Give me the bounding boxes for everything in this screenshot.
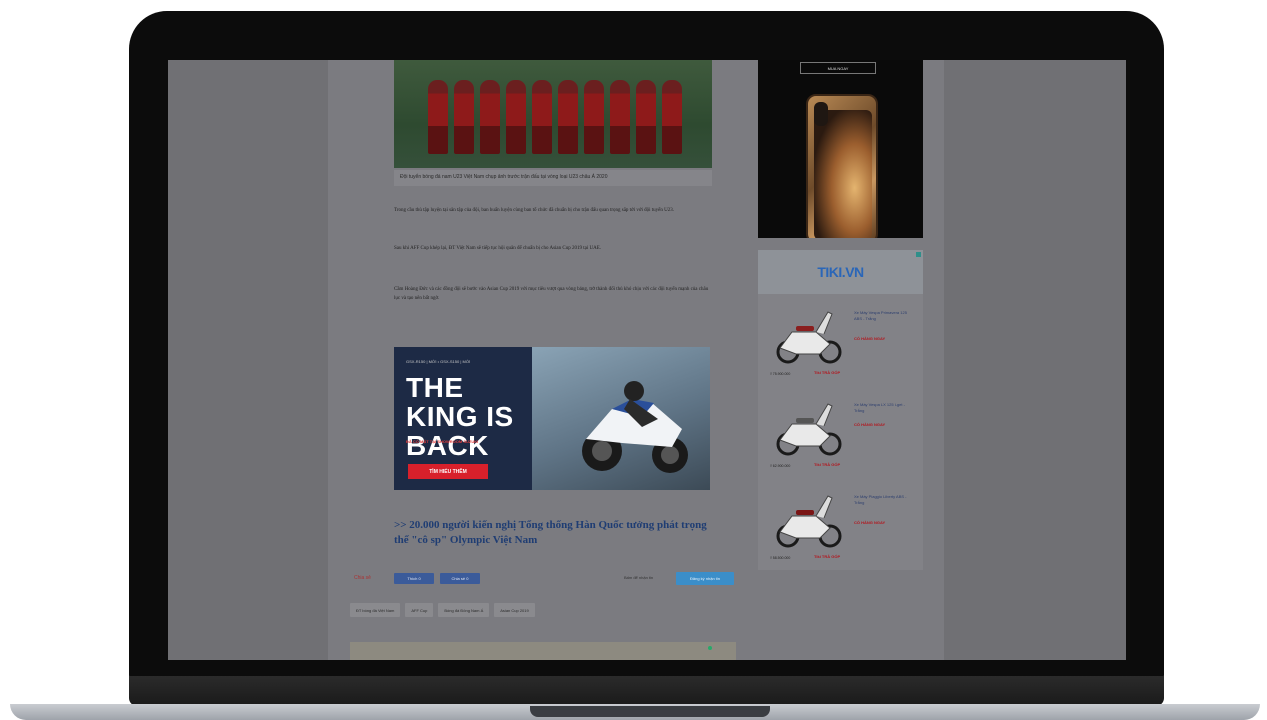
scooter-icon: [776, 495, 842, 548]
player-figure: [506, 80, 526, 154]
product-installment-badge: Tiki TRẢ GÓP: [814, 370, 841, 375]
article-paragraph: Trong cầu thủ tập luyện tại sân tập của …: [394, 208, 674, 213]
product-name: Xe Máy Vespa LX 125 i-get - Trắng: [854, 402, 905, 413]
tiki-header: TIKI.VN: [758, 250, 923, 294]
ad-subline: ĐÃ CÓ MẶT TẠI SHOWROOM SUZUKI: [406, 439, 479, 444]
facebook-like-button[interactable]: Thích 0: [394, 573, 434, 584]
product-name: Xe Máy Vespa Primavera 125 ABS - Trắng: [854, 310, 907, 321]
player-figure: [558, 80, 578, 154]
player-figure: [480, 80, 500, 154]
adchoices-icon[interactable]: [916, 252, 921, 257]
ad-photo-area: [532, 347, 710, 490]
player-figure: [532, 80, 552, 154]
ad-headline: THE KING IS BACK: [406, 372, 514, 461]
news-signup-label: Bấm để nhận tin: [624, 575, 654, 580]
scooter-icon: [776, 403, 842, 456]
product-installment-badge: Tiki TRẢ GÓP: [814, 462, 841, 467]
product-price: ₫ 75.900.000: [770, 372, 791, 376]
smartphone-icon: [806, 94, 878, 238]
laptop-screen: Đội tuyển bóng đá nam U23 Việt Nam chụp …: [168, 60, 1126, 660]
related-article-link[interactable]: >> 20.000 người kiến nghị Tổng thống Hàn…: [394, 518, 712, 548]
product-name: Xe Máy Piaggio Liberty ABS - Trắng: [854, 494, 907, 505]
phone-screen: [814, 110, 872, 238]
tiki-ad-widget[interactable]: TIKI.VN Xe Máy Vespa Primavera 125 ABS -…: [758, 250, 923, 570]
tag-item[interactable]: AFF Cup: [405, 603, 434, 617]
player-figure: [610, 80, 630, 154]
article-paragraph: Sau khi AFF Cup khép lại, ĐT Việt Nam sẽ…: [394, 246, 601, 251]
product-card[interactable]: Xe Máy Piaggio Liberty ABS - Trắng CÓ HÀ…: [758, 482, 923, 570]
player-figure: [454, 80, 474, 154]
photo-caption: Đội tuyển bóng đá nam U23 Việt Nam chụp …: [394, 170, 712, 186]
product-card[interactable]: Xe Máy Vespa LX 125 i-get - Trắng CÓ HÀN…: [758, 390, 923, 478]
product-cta[interactable]: CÓ HÀNG NGAY: [854, 422, 914, 427]
tag-item[interactable]: Bóng đá Đông Nam Á: [438, 603, 490, 617]
article-paragraph: Cầm Hoàng Đức và các đồng đội sẽ bước và…: [394, 287, 709, 301]
product-card[interactable]: Xe Máy Vespa Primavera 125 ABS - Trắng C…: [758, 298, 923, 386]
camera-icon: [814, 102, 828, 126]
share-bar: Chia sẻ Thích 0 Chia sẻ 0 Bấm để nhận ti…: [354, 572, 734, 586]
product-price: ₫ 58.500.000: [770, 556, 791, 560]
article-page: Đội tuyển bóng đá nam U23 Việt Nam chụp …: [328, 60, 944, 660]
product-installment-badge: Tiki TRẢ GÓP: [814, 554, 841, 559]
news-signup-button[interactable]: Đăng ký nhận tin: [676, 572, 734, 585]
phone-ad-banner[interactable]: MUA NGAY: [758, 60, 923, 238]
scooter-icon: [776, 311, 842, 364]
player-figure: [584, 80, 604, 154]
player-figure: [662, 80, 682, 154]
share-label: Chia sẻ: [354, 575, 371, 581]
laptop-notch: [530, 706, 770, 717]
motorcycle-icon: [582, 381, 688, 473]
product-cta[interactable]: CÓ HÀNG NGAY: [854, 336, 914, 341]
ad-topline: GSX-R150 | MỚI • GSX-S150 | MỚI: [406, 359, 471, 364]
bottom-ad-strip[interactable]: [350, 642, 736, 660]
ad-cta-button[interactable]: TÌM HIỂU THÊM: [408, 464, 488, 479]
tag-list: ĐT bóng đá Việt Nam AFF Cup Bóng đá Đông…: [350, 603, 535, 617]
laptop-base: [129, 676, 1164, 706]
motorcycle-ad-banner[interactable]: GSX-R150 | MỚI • GSX-S150 | MỚI THE KING…: [394, 347, 710, 490]
facebook-share-button[interactable]: Chia sẻ 0: [440, 573, 480, 584]
phone-ad-button[interactable]: MUA NGAY: [800, 62, 876, 74]
adchoices-icon[interactable]: [708, 646, 712, 650]
player-figure: [428, 80, 448, 154]
product-cta[interactable]: CÓ HÀNG NGAY: [854, 520, 914, 525]
tiki-logo[interactable]: TIKI.VN: [758, 264, 923, 280]
team-photo[interactable]: [394, 60, 712, 168]
tag-item[interactable]: ĐT bóng đá Việt Nam: [350, 603, 401, 617]
player-figure: [636, 80, 656, 154]
product-price: ₫ 62.900.000: [770, 464, 791, 468]
tag-item[interactable]: Asian Cup 2019: [494, 603, 535, 617]
